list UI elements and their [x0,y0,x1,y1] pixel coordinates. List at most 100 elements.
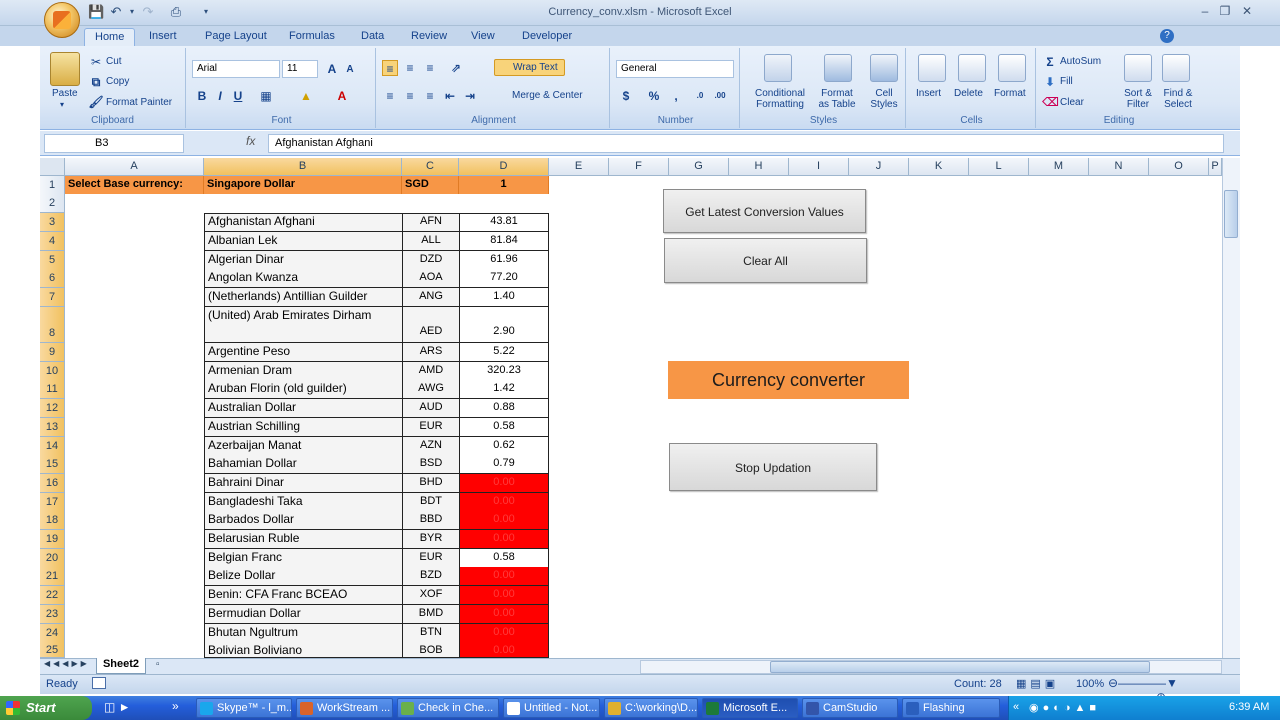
row-header-24[interactable]: 24 [40,624,65,643]
currency-code-cell[interactable]: AED [403,307,460,343]
currency-name-cell[interactable]: Australian Dollar [204,399,403,418]
font-family-select[interactable]: Arial [192,60,280,78]
row-header-1[interactable]: 1 [40,176,65,195]
currency-value-cell[interactable]: 77.20 [460,269,549,288]
taskbar-item[interactable]: C:\working\D... [604,698,698,718]
currency-name-cell[interactable]: Benin: CFA Franc BCEAO [204,586,403,605]
currency-code-cell[interactable]: ARS [403,343,460,362]
select-all-corner[interactable] [40,158,65,176]
currency-value-cell[interactable]: 1.40 [460,288,549,307]
find-select-button[interactable]: Find & Select [1158,88,1198,110]
currency-code-cell[interactable]: BZD [403,567,460,586]
currency-name-cell[interactable]: Azerbaijan Manat [204,437,403,456]
currency-value-cell[interactable]: 0.00 [460,474,549,493]
currency-code-cell[interactable]: BBD [403,511,460,530]
currency-value-cell[interactable]: 0.00 [460,567,549,586]
tab-view[interactable]: View [461,28,505,46]
bottom-align-icon[interactable]: ≡ [422,60,438,76]
get-latest-button[interactable]: Get Latest Conversion Values [663,189,866,233]
row-header-4[interactable]: 4 [40,232,65,251]
currency-value-cell[interactable]: 81.84 [460,232,549,251]
currency-name-cell[interactable]: Argentine Peso [204,343,403,362]
currency-code-cell[interactable]: BDT [403,493,460,512]
font-color-icon[interactable]: A [334,88,350,104]
column-header-j[interactable]: J [849,158,909,176]
tab-page-layout[interactable]: Page Layout [195,28,277,46]
percent-icon[interactable]: % [646,88,662,104]
row-header-17[interactable]: 17 [40,493,65,512]
row-header-19[interactable]: 19 [40,530,65,549]
help-icon[interactable]: ? [1160,29,1174,43]
base-currency-name[interactable]: Singapore Dollar [204,176,402,194]
currency-name-cell[interactable]: Belgian Franc [204,549,403,568]
increase-decimal-icon[interactable]: .0 [692,88,708,104]
row-header-21[interactable]: 21 [40,567,65,586]
bold-icon[interactable]: B [194,88,210,104]
stop-updation-button[interactable]: Stop Updation [669,443,877,491]
currency-value-cell[interactable]: 0.00 [460,493,549,512]
row-header-9[interactable]: 9 [40,343,65,362]
start-button[interactable]: Start [0,696,92,720]
currency-value-cell[interactable]: 2.90 [460,307,549,343]
row-header-12[interactable]: 12 [40,399,65,418]
top-align-icon[interactable]: ≡ [382,60,398,76]
currency-value-cell[interactable]: 0.00 [460,511,549,530]
currency-name-cell[interactable]: Austrian Schilling [204,418,403,437]
paste-dropdown-icon[interactable]: ▾ [60,100,64,109]
quick-launch-more-icon[interactable]: » [172,699,179,713]
delete-button[interactable]: Delete [954,88,983,99]
italic-icon[interactable]: I [212,88,228,104]
column-header-g[interactable]: G [669,158,729,176]
zoom-level[interactable]: 100% [1076,678,1104,690]
vertical-scroll-thumb[interactable] [1224,190,1238,238]
currency-name-cell[interactable]: Afghanistan Afghani [204,213,403,232]
currency-name-cell[interactable]: Albanian Lek [204,232,403,251]
row-header-14[interactable]: 14 [40,437,65,456]
currency-code-cell[interactable]: BOB [403,642,460,658]
currency-code-cell[interactable]: AZN [403,437,460,456]
minimize-icon[interactable]: – [1196,4,1214,20]
column-header-b[interactable]: B [204,158,402,176]
base-currency-code[interactable]: SGD [402,176,459,194]
currency-name-cell[interactable]: Belarusian Ruble [204,530,403,549]
currency-code-cell[interactable]: XOF [403,586,460,605]
taskbar-item[interactable]: Skype™ - l_m... [196,698,292,718]
cell-styles-button[interactable]: Cell Styles [866,88,902,110]
currency-value-cell[interactable]: 1.42 [460,380,549,399]
paste-button[interactable]: Paste [52,88,78,99]
cut-button[interactable]: Cut [106,56,122,67]
currency-value-cell[interactable]: 0.00 [460,642,549,658]
currency-name-cell[interactable]: Algerian Dinar [204,251,403,270]
orientation-icon[interactable]: ⇗ [448,60,464,76]
column-header-h[interactable]: H [729,158,789,176]
row-header-25[interactable]: 25 [40,642,65,658]
row-header-20[interactable]: 20 [40,549,65,568]
column-header-c[interactable]: C [402,158,459,176]
row-header-11[interactable]: 11 [40,380,65,399]
currency-name-cell[interactable]: (United) Arab Emirates Dirham [204,307,403,343]
currency-code-cell[interactable]: ANG [403,288,460,307]
row-header-15[interactable]: 15 [40,455,65,474]
currency-name-cell[interactable]: (Netherlands) Antillian Guilder [204,288,403,307]
column-header-n[interactable]: N [1089,158,1149,176]
currency-code-cell[interactable]: EUR [403,418,460,437]
row-header-6[interactable]: 6 [40,269,65,288]
base-currency-value[interactable]: 1 [459,176,549,194]
clear-all-button[interactable]: Clear All [664,238,867,283]
currency-value-cell[interactable]: 320.23 [460,362,549,381]
taskbar-item[interactable]: Untitled - Not... [503,698,600,718]
formula-input[interactable]: Afghanistan Afghani [268,134,1224,153]
conditional-formatting-button[interactable]: Conditional Formatting [748,88,812,110]
column-header-a[interactable]: A [65,158,204,176]
zoom-slider[interactable]: ⊖————▼————⊕ [1108,676,1220,704]
currency-name-cell[interactable]: Bolivian Boliviano [204,642,403,658]
row-header-2[interactable]: 2 [40,194,65,213]
row-header-7[interactable]: 7 [40,288,65,307]
column-header-m[interactable]: M [1029,158,1089,176]
tray-icons[interactable]: ◉●◐◑▲■ [1029,701,1100,714]
middle-align-icon[interactable]: ≡ [402,60,418,76]
wrap-text-button[interactable]: Wrap Text [494,59,565,76]
insert-function-icon[interactable]: fx [246,134,266,153]
row-header-22[interactable]: 22 [40,586,65,605]
decrease-indent-icon[interactable]: ⇤ [442,88,458,104]
